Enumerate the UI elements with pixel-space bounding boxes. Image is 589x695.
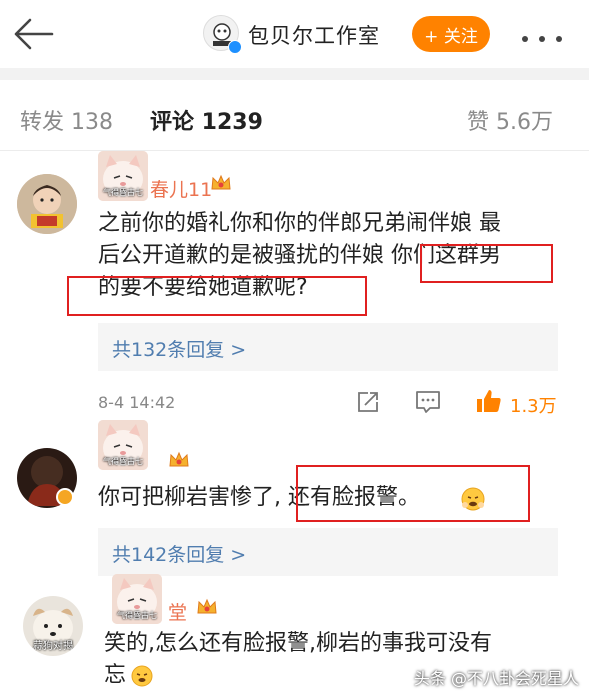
- sticker-caption: 气得昏古七: [103, 457, 143, 466]
- comment-line: 之前你的婚礼你和你的伴郎兄弟闹伴娘 最: [98, 211, 501, 236]
- replies-panel[interactable]: 共142条回复 >: [98, 528, 558, 576]
- follow-button[interactable]: + 关注: [412, 16, 490, 52]
- commenter-avatar[interactable]: [17, 174, 77, 234]
- comment-line: 笑的,怎么还有脸报警,柳岩的事我可没有: [104, 631, 492, 656]
- verified-badge-icon: [228, 40, 242, 54]
- commenter-avatar[interactable]: 蒜狗对揭: [23, 596, 83, 656]
- comment-segment: 后公开道歉的是被骚扰的伴娘: [98, 243, 391, 268]
- like-icon[interactable]: [476, 388, 502, 414]
- annotation-box: [420, 244, 553, 283]
- section-divider: [0, 68, 589, 80]
- tab-repost[interactable]: 转发 138: [20, 104, 113, 136]
- username-sticker: 气得昏古七: [98, 420, 148, 470]
- sticker-caption: 气得昏古七: [103, 188, 143, 197]
- replies-link[interactable]: 共132条回复 >: [112, 335, 246, 362]
- share-icon[interactable]: [356, 390, 380, 414]
- tab-divider: [0, 150, 589, 151]
- annotation-box: [67, 276, 367, 316]
- sticker-caption: 气得昏古七: [117, 611, 157, 620]
- verified-badge-icon: [56, 488, 74, 506]
- crown-badge-icon: [168, 450, 190, 470]
- watermark: 头条 @不八卦会死星人: [413, 669, 579, 688]
- tab-comment[interactable]: 评论 1239: [150, 104, 263, 136]
- like-count: 1.3万: [510, 396, 557, 417]
- reply-icon[interactable]: [415, 390, 441, 414]
- account-name[interactable]: 包贝尔工作室: [248, 20, 380, 50]
- crown-badge-icon: [210, 173, 232, 193]
- tab-like[interactable]: 赞 5.6万: [467, 104, 553, 136]
- username[interactable]: 春儿11: [150, 175, 212, 202]
- comment-time: 8-4 14:42: [98, 393, 176, 412]
- avatar-caption: 蒜狗对揭: [33, 641, 73, 652]
- back-arrow-icon[interactable]: [12, 16, 54, 52]
- replies-panel[interactable]: 共132条回复 >: [98, 323, 558, 371]
- annotation-box: [296, 465, 530, 522]
- username-sticker: 气得昏古七: [112, 574, 162, 624]
- username-sticker: 气得昏古七: [98, 151, 148, 201]
- comment-segment: 你可把柳岩害惨了,: [98, 485, 281, 510]
- crown-badge-icon: [196, 597, 218, 617]
- more-options-icon[interactable]: [520, 29, 564, 42]
- replies-link[interactable]: 共142条回复 >: [112, 540, 246, 567]
- emoji-icon: [130, 664, 154, 688]
- username[interactable]: 堂: [168, 598, 187, 625]
